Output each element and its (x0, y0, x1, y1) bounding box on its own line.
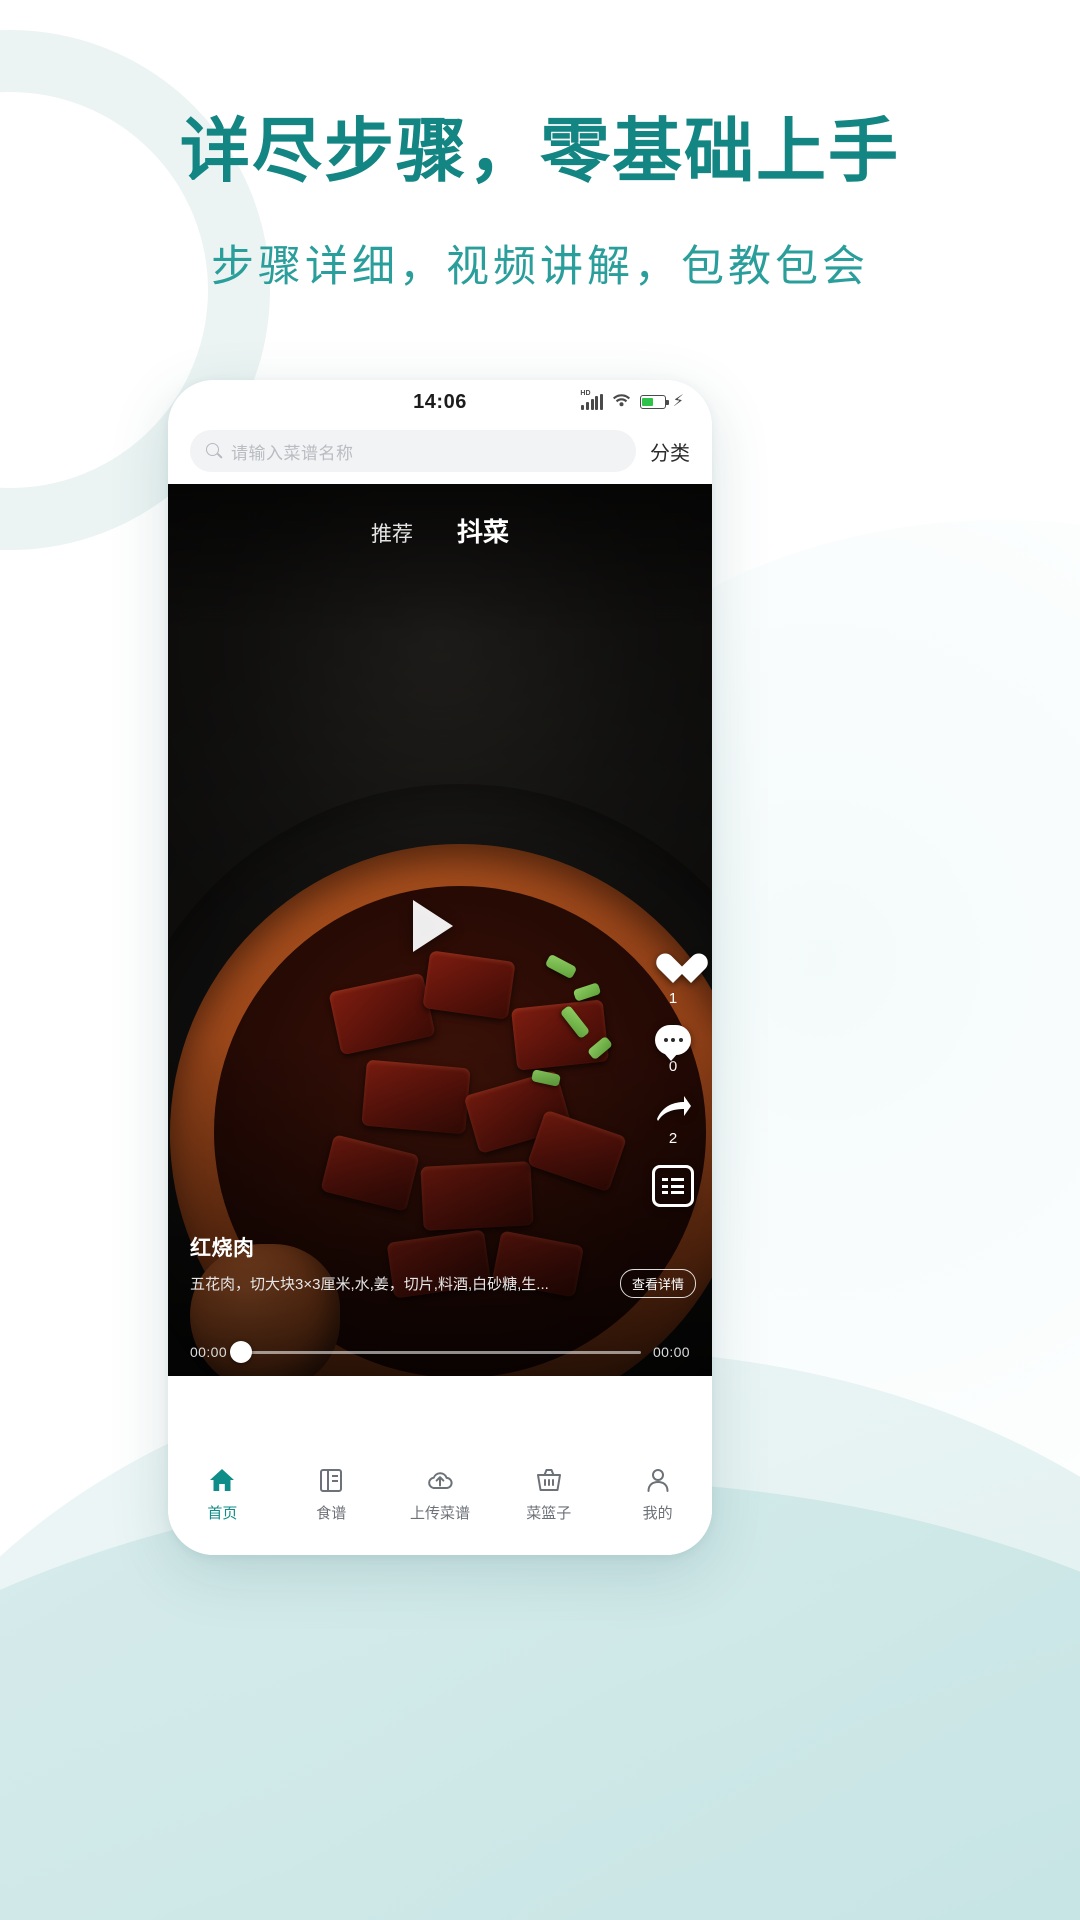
book-icon (316, 1465, 346, 1495)
video-stage[interactable]: 推荐 抖菜 1 0 2 红烧肉 五花肉，切大块3×3厘米,水,姜，切片,料酒,白… (168, 484, 712, 1376)
promo-text-block: 详尽步骤，零基础上手 步骤详细，视频讲解，包教包会 (0, 112, 1080, 294)
tabbar-item-profile[interactable]: 我的 (603, 1465, 712, 1523)
search-icon (206, 443, 222, 459)
status-bar: 14:06 HD ⚡ (168, 380, 712, 424)
recipe-list-action[interactable] (652, 1165, 694, 1207)
tabbar-item-home[interactable]: 首页 (168, 1465, 277, 1523)
tab-douCai[interactable]: 抖菜 (457, 512, 509, 549)
share-arrow-icon (653, 1093, 693, 1127)
total-time: 00:00 (652, 1344, 690, 1360)
status-time: 14:06 (413, 390, 467, 413)
video-caption: 红烧肉 五花肉，切大块3×3厘米,水,姜，切片,料酒,白砂糖,生... 查看详情 (190, 1232, 696, 1298)
phone-mockup: 14:06 HD ⚡ 请输入菜谱名称 分类 推荐 抖菜 1 0 2 红烧肉 五花… (168, 380, 712, 1555)
person-icon (643, 1465, 673, 1495)
feed-tabs: 推荐 抖菜 (168, 512, 712, 549)
share-count: 2 (668, 1130, 678, 1147)
hd-label: HD (580, 390, 591, 397)
tabbar-label-home: 首页 (207, 1505, 238, 1522)
search-row: 请输入菜谱名称 分类 (168, 424, 712, 484)
promo-subheadline: 步骤详细，视频讲解，包教包会 (211, 243, 869, 292)
tabbar-item-upload[interactable]: 上传菜谱 (386, 1465, 495, 1523)
like-action[interactable]: 1 (655, 954, 691, 1007)
heart-icon (655, 954, 691, 987)
bottom-tabbar: 首页 食谱 上传菜谱 菜篮子 我的 (168, 1451, 712, 1555)
tabbar-label-profile: 我的 (642, 1505, 673, 1522)
tabbar-label-upload: 上传菜谱 (409, 1505, 470, 1522)
tab-recommend[interactable]: 推荐 (371, 518, 413, 548)
battery-charging-icon (639, 395, 669, 409)
progress-knob[interactable] (230, 1341, 253, 1363)
comment-action[interactable]: 0 (655, 1025, 691, 1075)
player-progress: 00:00 00:00 (168, 1341, 712, 1363)
recipe-description: 五花肉，切大块3×3厘米,水,姜，切片,料酒,白砂糖,生... (190, 1276, 549, 1293)
search-placeholder: 请输入菜谱名称 (231, 443, 354, 463)
recipe-title: 红烧肉 (190, 1237, 255, 1260)
current-time: 00:00 (190, 1344, 228, 1360)
progress-track[interactable] (230, 1341, 641, 1363)
tabbar-label-basket: 菜篮子 (526, 1505, 572, 1522)
cloud-upload-icon (425, 1465, 455, 1495)
comment-icon (655, 1025, 691, 1061)
tabbar-label-recipes: 食谱 (316, 1505, 347, 1522)
play-icon[interactable] (413, 900, 453, 952)
tabbar-item-recipes[interactable]: 食谱 (277, 1465, 386, 1523)
search-input[interactable]: 请输入菜谱名称 (190, 430, 636, 472)
home-icon (207, 1465, 237, 1495)
basket-icon (534, 1465, 564, 1495)
like-count: 1 (668, 990, 678, 1007)
view-detail-button[interactable]: 查看详情 (619, 1269, 696, 1298)
recipe-list-icon (652, 1165, 694, 1207)
share-action[interactable]: 2 (653, 1093, 693, 1147)
signal-bars-icon: HD (580, 390, 603, 410)
tabbar-item-basket[interactable]: 菜篮子 (494, 1465, 603, 1523)
action-rail: 1 0 2 (652, 954, 694, 1207)
promo-headline: 详尽步骤，零基础上手 (180, 112, 900, 190)
category-button[interactable]: 分类 (650, 437, 690, 466)
